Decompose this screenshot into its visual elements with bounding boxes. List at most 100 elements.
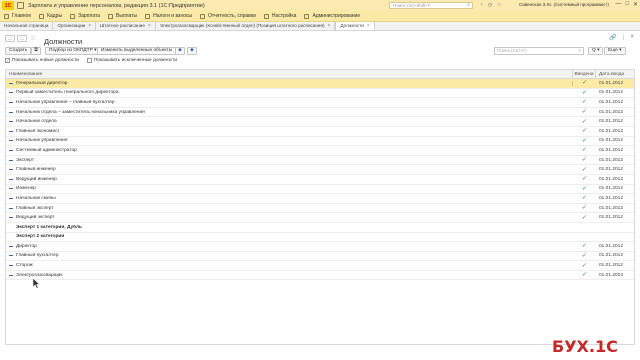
cell-intro-check: ✓: [581, 214, 588, 221]
more-icon[interactable]: ⋮: [620, 34, 626, 41]
cell-name: Генеральный директор: [6, 80, 573, 86]
table-row[interactable]: Начальник управления – главный бухгалтер…: [6, 98, 634, 108]
menu-icon[interactable]: [17, 2, 24, 9]
sections-bar: Главное Кадры Зарплата Выплаты Налоги и …: [0, 11, 640, 22]
link-icon[interactable]: 🔗: [609, 34, 616, 41]
position-name: Главный инженер: [16, 167, 56, 173]
position-name: Начальник отдела: [16, 119, 57, 125]
section-admin[interactable]: Администрирование: [304, 13, 360, 19]
close-icon[interactable]: ×: [328, 22, 331, 30]
cell-name: Электрогазосварщик: [6, 273, 573, 278]
col-header-intro[interactable]: Введена: [573, 70, 596, 78]
list-search-input[interactable]: Поиск (Ctrl+F) ×: [494, 47, 584, 55]
table-row[interactable]: Начальник отдела ✓ 01.01.2012: [6, 117, 634, 127]
show-excluded-checkbox[interactable]: Показывать исключенные должности: [86, 58, 177, 63]
table-row[interactable]: Электрогазосварщик ✓ 01.01.2023: [6, 271, 634, 281]
table-row[interactable]: Главный бухгалтер ✓ 01.01.2012: [6, 252, 634, 262]
table-row[interactable]: Начальник управления ✓ 01.01.2012: [6, 137, 634, 147]
section-main[interactable]: Главное: [4, 13, 31, 19]
table-row[interactable]: Ведущий эксперт ✓ 01.01.2012: [6, 213, 634, 223]
table-row[interactable]: Ведущий инженер ✓ 01.01.2012: [6, 175, 634, 185]
tab-staff-position[interactable]: Электрогазосварщик (Хозяйственный отдел)…: [156, 22, 336, 30]
current-user[interactable]: Савенская З.Ю. (Системный программист): [519, 2, 609, 7]
table-row[interactable]: Главный инженер ✓ 01.01.2012: [6, 165, 634, 175]
table-row[interactable]: Инженер ✓ 01.01.2012: [6, 185, 634, 195]
section-icon: [108, 13, 114, 19]
show-new-checkbox[interactable]: ✓ Показывать новые должности: [5, 58, 79, 63]
section-payments[interactable]: Выплаты: [108, 13, 137, 19]
col-header-date[interactable]: Дата ввода: [596, 70, 634, 78]
close-form-icon[interactable]: ×: [630, 34, 634, 41]
more-button[interactable]: Еще ▾: [604, 47, 626, 55]
bell-icon[interactable]: ◔: [478, 2, 484, 8]
history-nav: ← →: [5, 35, 27, 42]
minimize-button[interactable]: —: [615, 1, 621, 8]
close-icon[interactable]: ×: [88, 22, 91, 30]
col-header-name[interactable]: Наименование: [6, 70, 573, 78]
forward-button[interactable]: →: [17, 35, 27, 42]
move-up-icon[interactable]: ◆: [175, 47, 185, 55]
close-window-button[interactable]: ✕: [633, 1, 638, 8]
section-taxes[interactable]: Налоги и взносы: [145, 13, 192, 19]
item-marker-icon: [9, 159, 13, 161]
global-search-input[interactable]: Поиск Ctrl+Shift+F ⌕: [389, 2, 473, 9]
cell-intro-check: ✓: [581, 166, 588, 173]
section-hr[interactable]: Кадры: [39, 13, 62, 19]
section-settings[interactable]: Настройка: [263, 13, 296, 19]
table-row[interactable]: Эксперт 1 категории, Дубль: [6, 223, 634, 233]
cell-name: Первый заместитель генерального директор…: [6, 90, 573, 95]
table-row[interactable]: Эксперт ✓ 01.01.2012: [6, 156, 634, 166]
back-button[interactable]: ←: [5, 35, 15, 42]
table-row[interactable]: Генеральный директор ✓ 01.01.2012: [6, 79, 634, 89]
cell-intro-check: ✓: [581, 176, 588, 183]
item-marker-icon: [9, 207, 13, 209]
change-selected-button[interactable]: Изменить выделенные объекты: [97, 47, 177, 55]
tab-organizations[interactable]: Организации ×: [53, 22, 97, 30]
position-name: Директор: [16, 243, 37, 249]
table-row[interactable]: Главный эксперт ✓ 01.01.2012: [6, 204, 634, 214]
table-row[interactable]: Начальник отдела – заместитель начальник…: [6, 108, 634, 118]
create-button[interactable]: Создать: [5, 47, 32, 55]
cell-date: 01.01.2012: [599, 215, 624, 221]
table-row[interactable]: Начальник смены ✓ 01.01.2012: [6, 194, 634, 204]
cell-date: 01.01.2012: [599, 138, 624, 144]
item-marker-icon: [9, 130, 13, 132]
list-toolbar: Создать ⧉ Подбор из ОКПДТР ▾ Изменить вы…: [5, 47, 635, 56]
window-controls: — □ ✕: [615, 1, 638, 8]
close-icon[interactable]: ×: [367, 22, 370, 30]
maximize-button[interactable]: □: [625, 1, 629, 8]
table-row[interactable]: Эксперт 2 категории: [6, 233, 634, 243]
cell-name: Начальник управления – главный бухгалтер: [6, 100, 573, 105]
cell-intro-check: ✓: [581, 243, 588, 250]
cell-name: Начальник отдела – заместитель начальник…: [6, 110, 573, 115]
section-label: Зарплата: [78, 13, 101, 19]
section-reports[interactable]: Отчетность, справки: [200, 13, 256, 19]
star-icon[interactable]: ☆: [496, 2, 502, 8]
more-label: Еще: [608, 48, 618, 53]
clear-icon[interactable]: ×: [578, 48, 581, 54]
search-icon[interactable]: ⌕: [467, 3, 470, 8]
position-name: Главный эксперт: [16, 205, 54, 211]
okpdtr-select-button[interactable]: Подбор из ОКПДТР ▾: [45, 47, 101, 55]
tab-staff-schedule[interactable]: Штатное расписание ×: [96, 22, 156, 30]
table-row[interactable]: Директор ✓ 01.01.2012: [6, 242, 634, 252]
history-icon[interactable]: ◷: [487, 2, 493, 8]
tab-positions[interactable]: Должности ×: [335, 22, 375, 30]
search-button[interactable]: Q ▾: [588, 47, 604, 55]
favorite-star-icon[interactable]: ☆: [30, 34, 36, 42]
section-salary[interactable]: Зарплата: [70, 13, 100, 19]
cell-date: 01.01.2012: [599, 253, 624, 259]
table-row[interactable]: Первый заместитель генерального директор…: [6, 89, 634, 99]
item-marker-icon: [9, 101, 13, 103]
positions-table: Наименование Введена Дата ввода Генераль…: [5, 69, 635, 345]
tab-home[interactable]: Начальная страница: [0, 22, 54, 30]
mouse-cursor-icon: [33, 278, 41, 289]
table-row[interactable]: Системный администратор ✓ 01.01.2012: [6, 146, 634, 156]
copy-icon[interactable]: ⧉: [31, 47, 41, 55]
cell-intro-check: ✓: [581, 89, 588, 96]
close-icon[interactable]: ×: [148, 22, 151, 30]
move-down-icon[interactable]: ◆: [187, 47, 197, 55]
table-row[interactable]: Сторож ✓ 01.01.2012: [6, 261, 634, 271]
table-row[interactable]: Главный экономист ✓ 01.01.2012: [6, 127, 634, 137]
position-name: Первый заместитель генерального директор…: [16, 90, 119, 96]
